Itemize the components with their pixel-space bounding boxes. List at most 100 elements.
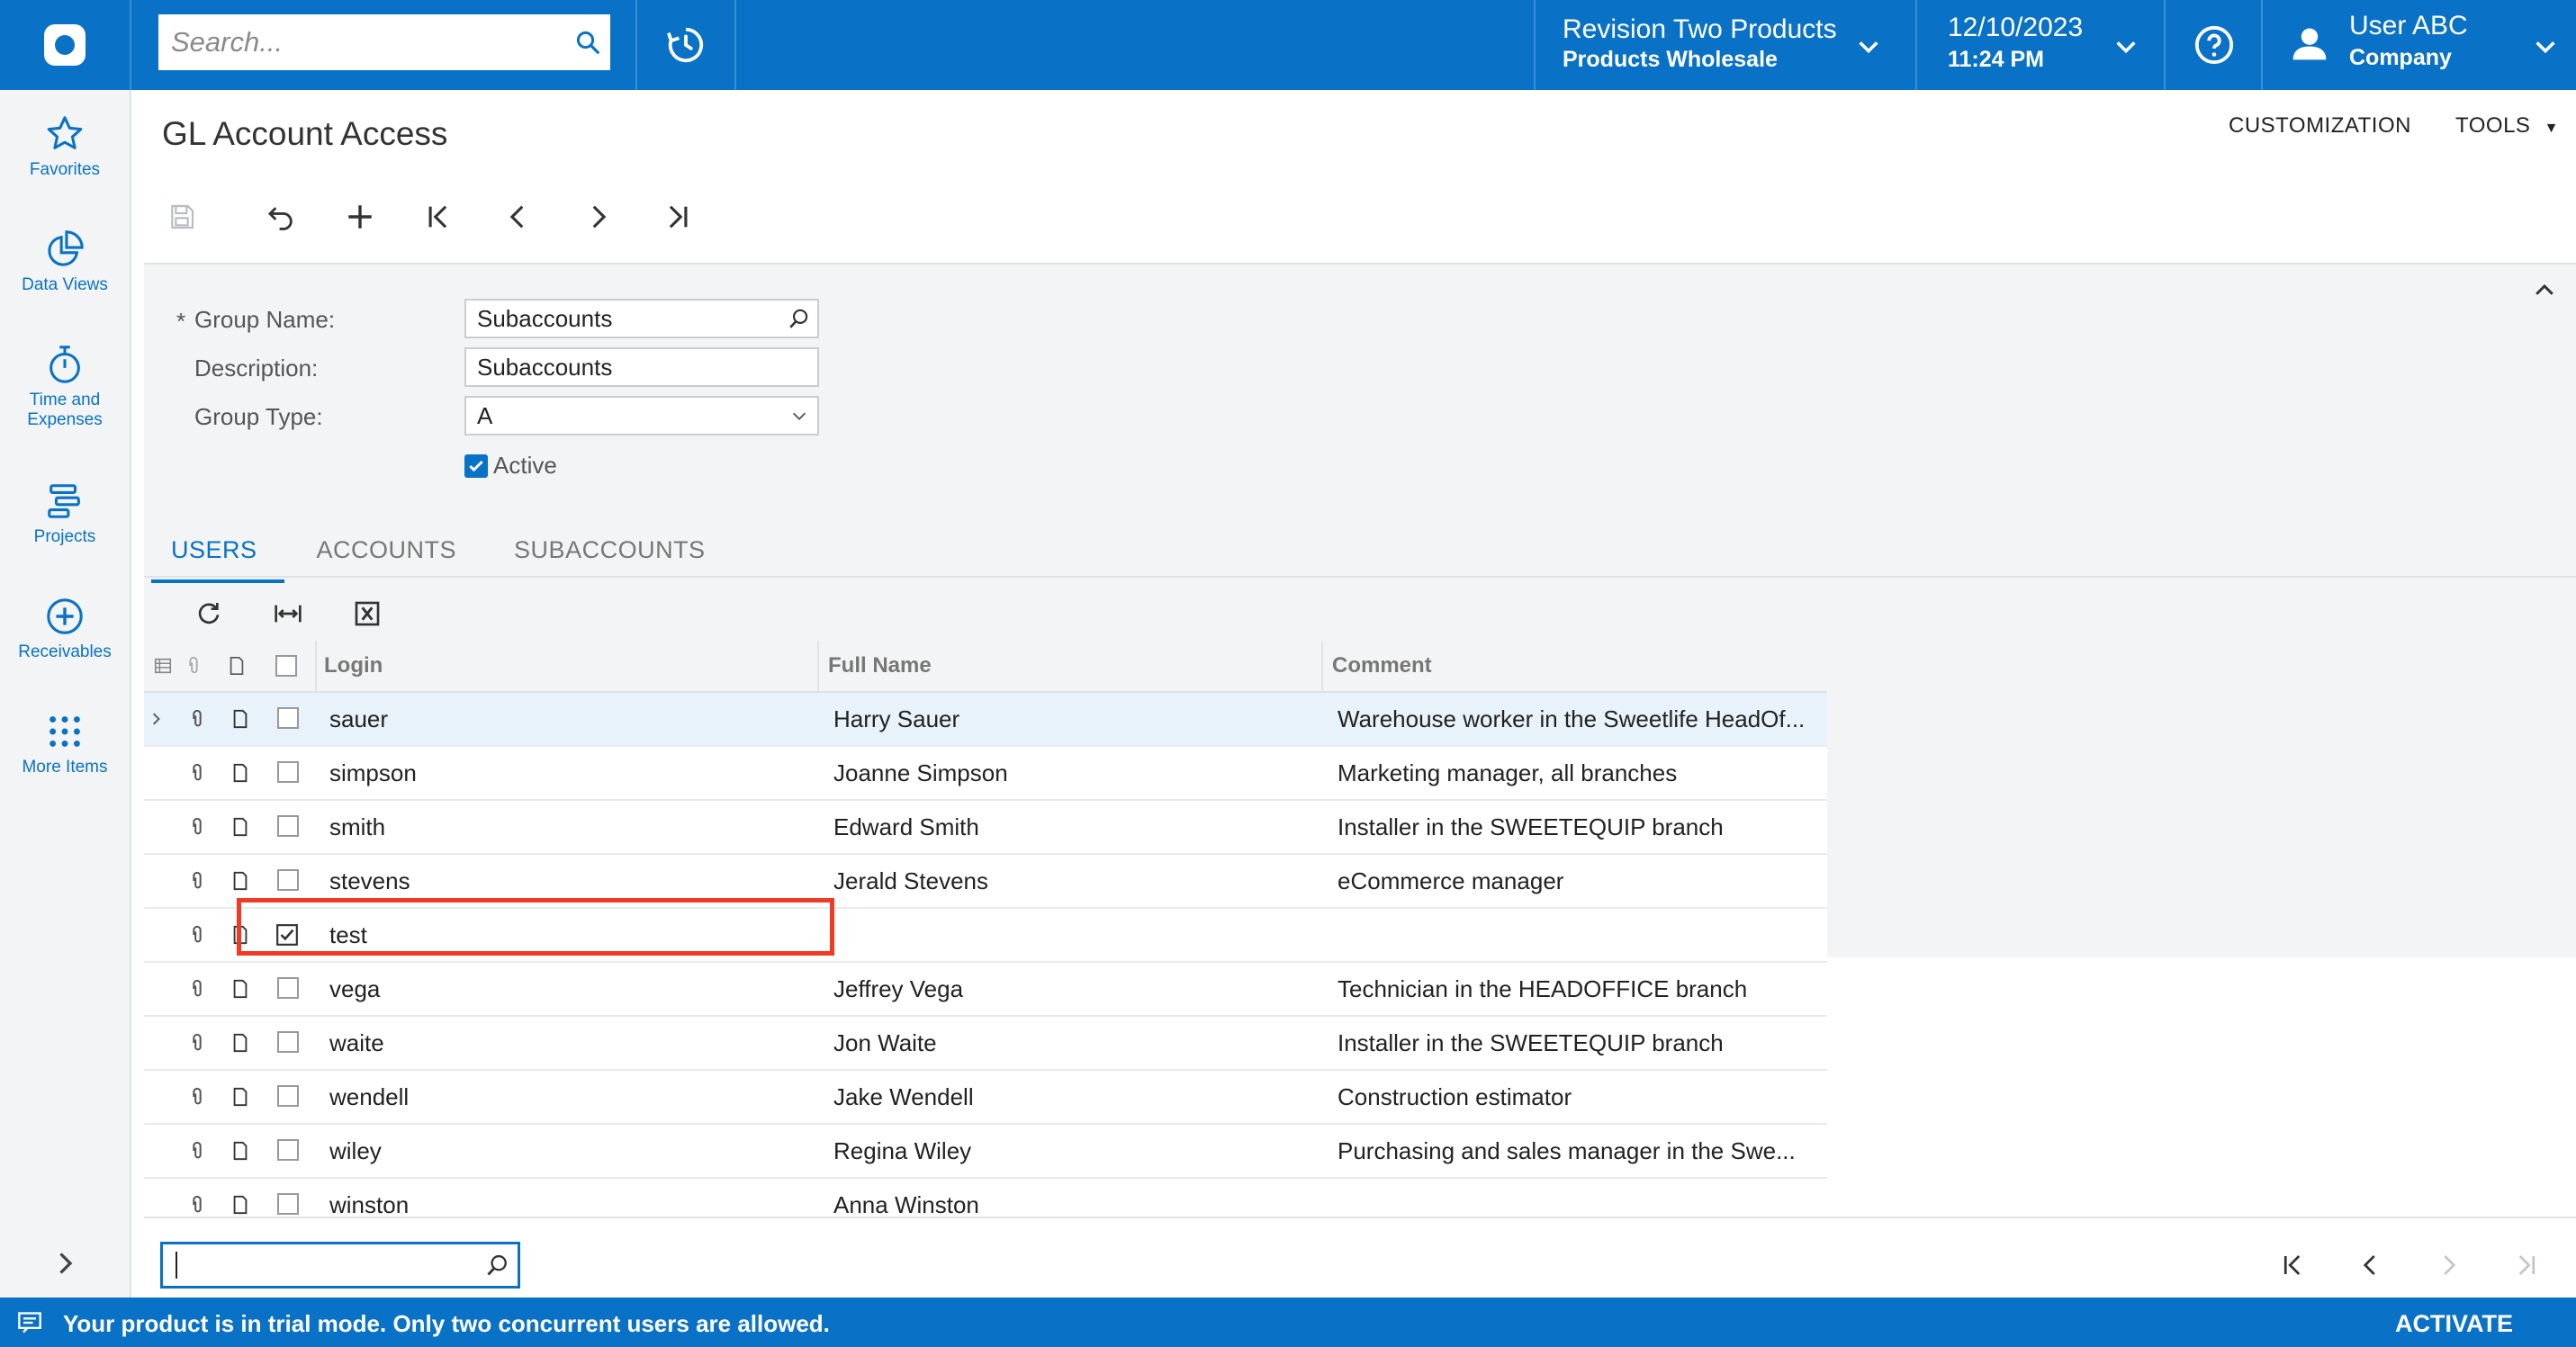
refresh-button[interactable] [169, 590, 248, 637]
grid-dots-icon [50, 716, 80, 747]
previous-page-button[interactable] [2344, 1245, 2398, 1285]
previous-record-button[interactable] [479, 193, 558, 240]
grid-search-input[interactable] [160, 1242, 520, 1289]
row-checkbox[interactable] [277, 707, 299, 729]
next-record-button[interactable] [558, 193, 637, 240]
home-logo-button[interactable] [0, 0, 131, 90]
table-row[interactable]: wendell Jake Wendell Construction estimato… [144, 1071, 1827, 1125]
full-name-column-header[interactable]: Full Name [828, 641, 932, 691]
search-icon[interactable] [565, 29, 610, 56]
business-date-selector[interactable]: 12/10/2023 11:24 PM [1915, 0, 2166, 90]
attachment-icon[interactable] [187, 909, 207, 961]
note-icon[interactable] [230, 1125, 250, 1177]
undo-button[interactable] [241, 193, 320, 240]
grid-footer [144, 1217, 2576, 1299]
attachment-icon[interactable] [187, 855, 207, 907]
next-page-button[interactable] [2421, 1245, 2475, 1285]
save-button[interactable] [162, 193, 202, 240]
group-name-field[interactable]: Subaccounts [464, 299, 819, 338]
row-checkbox[interactable] [277, 869, 299, 891]
note-icon[interactable] [230, 801, 250, 853]
full-name-cell: Jeffrey Vega [833, 974, 964, 1002]
nav-receivables[interactable]: Receivables [0, 596, 130, 662]
row-checkbox[interactable] [277, 1139, 299, 1161]
fit-columns-button[interactable] [248, 590, 328, 637]
attachment-icon[interactable] [187, 747, 207, 799]
tools-menu[interactable]: TOOLS ▼ [2455, 113, 2559, 139]
description-field[interactable]: Subaccounts [464, 347, 819, 387]
row-checkbox[interactable] [277, 1085, 299, 1107]
table-row[interactable]: wiley Regina Wiley Purchasing and sales ma… [144, 1125, 1827, 1179]
recent-history-button[interactable] [635, 0, 736, 90]
tab-subaccounts[interactable]: SUBACCOUNTS [514, 524, 706, 579]
help-button[interactable] [2164, 0, 2263, 90]
nav-time-expenses[interactable]: Time and Expenses [0, 344, 130, 430]
nav-projects-label: Projects [33, 527, 96, 546]
tab-accounts[interactable]: ACCOUNTS [317, 524, 457, 579]
star-icon [47, 116, 83, 149]
attachment-icon[interactable] [187, 1017, 207, 1069]
global-search-input[interactable]: Search... [158, 14, 610, 70]
table-row[interactable]: smith Edward Smith Installer in the SWEETE… [144, 801, 1827, 855]
chevron-down-icon [1859, 41, 1878, 54]
attachment-icon[interactable] [187, 1071, 207, 1123]
select-all-checkbox[interactable] [275, 641, 297, 691]
highlight-annotation [237, 898, 834, 956]
comment-column-header[interactable]: Comment [1332, 641, 1432, 691]
last-page-button[interactable] [2499, 1245, 2553, 1285]
nav-projects[interactable]: Projects [0, 480, 130, 547]
nav-data-views[interactable]: Data Views [0, 229, 130, 295]
table-row[interactable]: sauer Harry Sauer Warehouse worker in the … [144, 693, 1827, 747]
tab-users[interactable]: USERS [151, 524, 284, 583]
login-column-header[interactable]: Login [324, 641, 383, 691]
customization-menu[interactable]: CUSTOMIZATION [2229, 113, 2411, 139]
attachment-icon[interactable] [187, 963, 207, 1015]
table-row[interactable]: vega Jeffrey Vega Technician in the HEADOF… [144, 963, 1827, 1017]
row-checkbox[interactable] [277, 761, 299, 783]
export-excel-button[interactable] [328, 590, 407, 637]
row-checkbox[interactable] [277, 815, 299, 837]
expand-nav-icon[interactable] [49, 1247, 81, 1280]
note-icon[interactable] [230, 1071, 250, 1123]
last-record-button[interactable] [637, 193, 716, 240]
tools-menu-label: TOOLS [2455, 113, 2531, 138]
comment-cell [1338, 909, 1820, 961]
group-type-select[interactable]: A [464, 396, 819, 436]
last-icon [2518, 1255, 2535, 1275]
search-icon[interactable] [478, 1253, 518, 1278]
nav-more-items[interactable]: More Items [0, 711, 130, 777]
note-icon[interactable] [230, 747, 250, 799]
app-logo-icon [44, 24, 86, 66]
row-selector-header-icon[interactable] [153, 641, 173, 691]
note-icon[interactable] [230, 1017, 250, 1069]
search-icon[interactable] [781, 307, 817, 330]
attachment-icon[interactable] [187, 1125, 207, 1177]
nav-favorites[interactable]: Favorites [0, 113, 130, 180]
user-menu[interactable]: User ABC Company [2261, 0, 2576, 90]
caret-down-icon: ▼ [2544, 121, 2559, 136]
table-row[interactable]: waite Jon Waite Installer in the SWEETEQUI… [144, 1017, 1827, 1071]
table-row[interactable]: simpson Joanne Simpson Marketing manager, … [144, 747, 1827, 801]
login-cell: smith [329, 813, 386, 840]
attachment-icon[interactable] [187, 693, 207, 745]
full-name-cell: Regina Wiley [833, 1136, 972, 1164]
first-record-button[interactable] [400, 193, 479, 240]
chevron-up-icon[interactable] [2531, 277, 2558, 304]
first-icon [428, 205, 447, 229]
attachment-icon[interactable] [187, 801, 207, 853]
activate-button[interactable]: ACTIVATE [2395, 1310, 2513, 1338]
active-checkbox[interactable]: Active [464, 452, 557, 480]
note-icon[interactable] [230, 963, 250, 1015]
row-checkbox[interactable] [277, 1193, 299, 1215]
login-cell: sauer [329, 705, 389, 732]
add-new-button[interactable] [320, 193, 400, 240]
row-checkbox[interactable] [277, 977, 299, 999]
note-icon[interactable] [230, 693, 250, 745]
row-checkbox[interactable] [277, 1031, 299, 1053]
comment-cell: eCommerce manager [1338, 867, 1564, 894]
first-page-button[interactable] [2266, 1245, 2320, 1285]
tenant-selector[interactable]: Revision Two Products Products Wholesale [1534, 0, 1917, 90]
column-separator [817, 641, 819, 691]
fit-width-icon [275, 605, 302, 623]
comment-cell: Marketing manager, all branches [1338, 759, 1678, 786]
